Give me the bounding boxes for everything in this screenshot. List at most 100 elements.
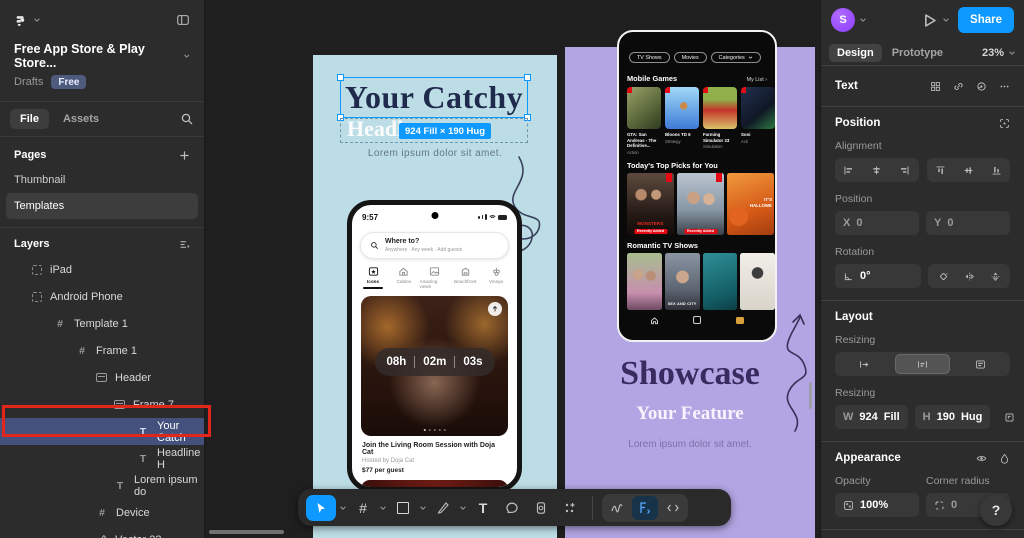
layer-your-catch-selected[interactable]: T Your Catch [0,418,204,445]
share-button[interactable]: Share [958,7,1014,33]
link-icon[interactable] [953,81,964,92]
body-text[interactable]: Lorem ipsum dolor sit amet. [313,148,557,159]
page-item-templates[interactable]: Templates [6,193,198,219]
rotation-input[interactable]: 0° [835,264,921,288]
home-icon[interactable] [650,316,659,325]
avatar[interactable]: S [831,8,855,32]
more-options-icon[interactable] [999,81,1010,92]
text-tool[interactable]: T [470,495,496,521]
layer-vector-22[interactable]: Vector 22 [0,526,204,538]
page-item-thumbnail[interactable]: Thumbnail [6,167,198,193]
showcase-title[interactable]: Showcase [565,355,815,393]
search-icon[interactable] [180,112,194,126]
file-name-row[interactable]: Free App Store & Play Store... [14,42,190,70]
resize-fill-icon[interactable] [894,354,951,374]
constrain-proportions-icon[interactable] [997,405,1021,429]
figma-logo-icon[interactable] [14,13,28,27]
align-top-icon[interactable] [927,158,955,182]
align-center-icon[interactable] [863,158,891,182]
games-icon[interactable] [693,316,702,325]
artboard-showcase[interactable]: TV Shows Movies Categories Mobile Games … [565,30,815,538]
blend-droplet-icon[interactable] [999,453,1010,464]
selection-handle[interactable] [337,74,344,81]
vertical-scrollbar[interactable] [809,382,812,409]
tab-assets[interactable]: Assets [53,109,109,129]
chevron-down-icon[interactable] [339,504,347,512]
comment-tool[interactable] [499,495,525,521]
chevron-down-icon[interactable] [379,504,387,512]
chip-tv-shows[interactable]: TV Shows [629,52,670,63]
align-bottom-icon[interactable] [982,158,1010,182]
height-mode[interactable]: Hug [961,411,982,423]
game-tile-sonic[interactable] [741,87,775,129]
chevron-down-icon[interactable] [33,16,41,24]
category-amazing-views[interactable]: Amazing views [420,266,450,289]
horizontal-scrollbar[interactable] [209,530,284,534]
toggle-sidebar-icon[interactable] [176,13,190,27]
listing-card-image[interactable]: 08h 02m 03s [361,296,508,436]
canvas[interactable]: Your Catchy Headl 924 Fill × 190 Hug Lor… [205,0,820,538]
category-beachfront[interactable]: Beachfront [450,266,480,289]
visibility-eye-icon[interactable] [976,453,987,464]
poster-monsters[interactable]: MONSTERS Recently Added [627,173,674,236]
showcase-body[interactable]: Lorem ipsum dolor sit amet. [565,439,815,450]
align-right-icon[interactable] [891,158,919,182]
width-mode[interactable]: Fill [884,411,900,423]
component-icon[interactable] [930,81,941,92]
width-input[interactable]: W 924 Fill [835,405,908,429]
layer-ipad[interactable]: iPad [0,256,204,283]
poster-sex-and-the-city[interactable]: SEX AND CITY [664,253,700,311]
flip-vertical-icon[interactable] [982,264,1008,288]
layer-template-1[interactable]: # Template 1 [0,310,204,337]
height-input[interactable]: H 190 Hug [914,405,991,429]
category-vineyards[interactable]: Vineya [481,266,511,289]
shape-tool[interactable] [390,495,416,521]
align-middle-icon[interactable] [954,158,982,182]
layer-header[interactable]: Header [0,364,204,391]
frame-tool[interactable]: # [350,495,376,521]
layer-frame-7[interactable]: Frame 7 [0,391,204,418]
my-list-link[interactable]: My List › [747,77,767,83]
chevron-down-icon[interactable] [942,16,950,24]
device-preview-tool[interactable] [528,495,554,521]
draw-mode-icon[interactable] [604,496,630,520]
add-page-icon[interactable] [179,150,190,161]
library-icon[interactable] [976,81,987,92]
game-tile-gta[interactable] [627,87,661,129]
chevron-down-icon[interactable] [859,16,867,24]
chevron-down-icon[interactable] [419,504,427,512]
move-tool[interactable] [306,494,336,521]
rotate-90-icon[interactable] [930,264,956,288]
poster-nobody-wants-this[interactable]: Recently Added [677,173,724,236]
actions-tool[interactable] [557,495,583,521]
align-left-icon[interactable] [835,158,863,182]
game-tile-farming[interactable] [703,87,737,129]
subtitle-text-partial[interactable]: Headl [347,116,403,142]
layer-android-phone[interactable]: Android Phone [0,283,204,310]
resize-fixed-icon[interactable] [837,354,893,374]
opacity-input[interactable]: 100% [835,493,919,517]
poster-teal[interactable] [702,253,738,311]
chip-movies[interactable]: Movies [673,52,707,63]
layer-frame-1[interactable]: # Frame 1 [0,337,204,364]
search-bar[interactable]: Where to? Anywhere · Any week · Add gues… [360,232,509,259]
tab-design[interactable]: Design [829,43,882,62]
x-position-input[interactable]: X0 [835,211,919,235]
absolute-position-icon[interactable] [999,118,1010,129]
game-tile-bloons[interactable] [665,87,699,129]
artboard-template-1[interactable]: Your Catchy Headl 924 Fill × 190 Hug Lor… [313,55,557,538]
code-mode-icon[interactable] [660,496,686,520]
pen-tool[interactable] [430,495,456,521]
dev-mode-icon[interactable] [632,495,658,520]
phone-mockup-airbnb[interactable]: 9:57 Where to? Anywhere · Any week · Add… [347,200,522,492]
chip-categories[interactable]: Categories [710,52,761,63]
layer-device[interactable]: # Device [0,499,204,526]
category-icons[interactable]: Icons [358,266,388,289]
poster-gilmore[interactable] [627,253,662,311]
share-icon[interactable] [488,302,502,316]
selected-text-layer[interactable]: Your Catchy [337,74,531,121]
y-position-input[interactable]: Y0 [926,211,1010,235]
category-cabins[interactable]: Cabins [389,266,419,289]
poster-white[interactable] [740,253,775,311]
showcase-subtitle[interactable]: Your Feature [565,403,815,425]
